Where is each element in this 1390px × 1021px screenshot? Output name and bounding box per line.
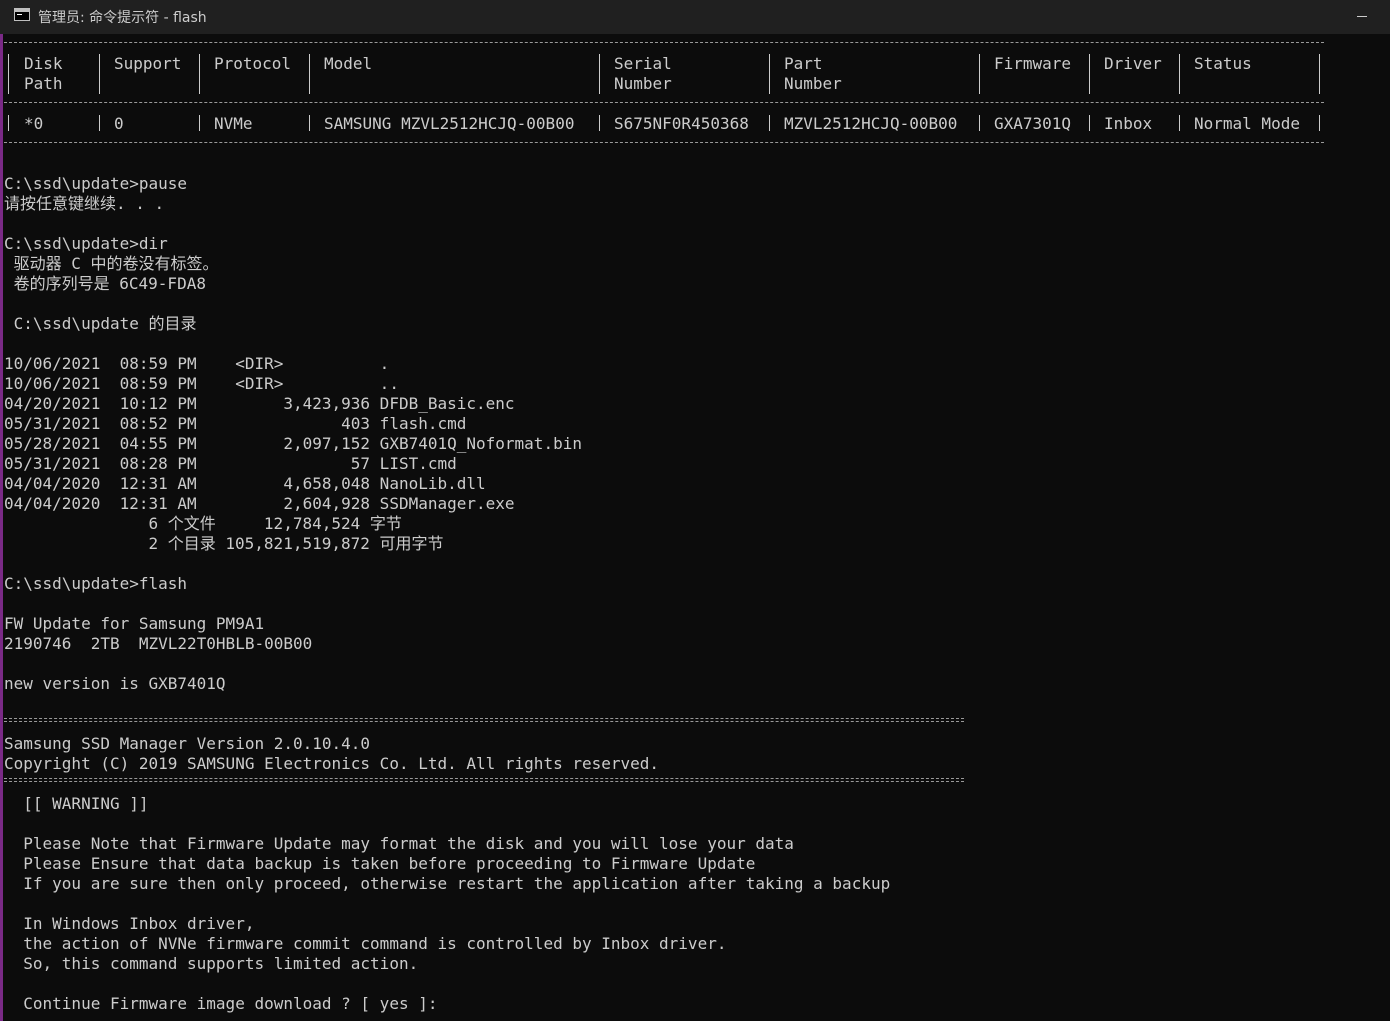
- header-line: Support: [114, 54, 182, 73]
- header-line: Path: [24, 74, 63, 93]
- warning-line: Please Ensure that data backup is taken …: [4, 854, 756, 873]
- continue-prompt[interactable]: Continue Firmware image download ? [ yes…: [4, 994, 447, 1014]
- header-line: Model: [324, 54, 373, 73]
- table-separator: [199, 54, 200, 94]
- window-title: 管理员: 命令提示符 - flash: [38, 10, 207, 26]
- header-line: Firmware: [994, 54, 1072, 73]
- header-support: Support: [114, 54, 181, 94]
- table-rule-top: [4, 42, 1324, 45]
- fw-model-info: 2190746 2TB MZVL22T0HBLB-00B00: [4, 634, 313, 653]
- cell-model: SAMSUNG MZVL2512HCJQ-00B00: [324, 114, 575, 133]
- command-line: C:\ssd\update>pause: [4, 174, 188, 193]
- table-separator: [1319, 115, 1320, 131]
- table-separator: [599, 54, 600, 94]
- table-separator: [769, 115, 770, 131]
- header-line: Number: [614, 74, 672, 93]
- table-separator: [599, 115, 600, 131]
- table-separator: [979, 54, 980, 94]
- header-firmware: Firmware: [994, 54, 1071, 94]
- command-line: C:\ssd\update>flash: [4, 574, 188, 593]
- file-entry: 05/31/2021 08:28 PM 57 LIST.cmd: [4, 454, 457, 473]
- volume-serial: 卷的序列号是 6C49-FDA8: [4, 274, 206, 293]
- table-separator: [99, 54, 100, 94]
- header-serial-number: Serial Number: [614, 54, 672, 94]
- warning-title: [[ WARNING ]]: [4, 794, 149, 813]
- warning-line: Please Note that Firmware Update may for…: [4, 834, 794, 853]
- cell-protocol: NVMe: [214, 114, 253, 133]
- minimize-icon[interactable]: [1346, 0, 1386, 34]
- file-summary: 6 个文件 12,784,524 字节: [4, 514, 402, 533]
- file-entry: 05/31/2021 08:52 PM 403 flash.cmd: [4, 414, 467, 433]
- command-line: C:\ssd\update>dir: [4, 234, 168, 253]
- cell-disk-path: *0: [24, 114, 44, 133]
- banner-rule-top: [4, 718, 964, 722]
- directory-of: C:\ssd\update 的目录: [4, 314, 197, 333]
- file-entry: 04/04/2020 12:31 AM 4,658,048 NanoLib.dl…: [4, 474, 486, 493]
- table-separator: [309, 115, 310, 131]
- banner-rule-bottom: [4, 778, 964, 782]
- table-separator: [769, 54, 770, 94]
- copyright: Copyright (C) 2019 SAMSUNG Electronics C…: [4, 754, 660, 773]
- header-line: Status: [1194, 54, 1252, 73]
- header-status: Status: [1194, 54, 1252, 94]
- header-model: Model: [324, 54, 372, 94]
- table-separator: [1179, 54, 1180, 94]
- cell-driver: Inbox: [1104, 114, 1153, 133]
- table-separator: [1089, 115, 1090, 131]
- header-line: Protocol: [214, 54, 292, 73]
- window-accent-edge: [0, 34, 3, 1021]
- header-line: Driver: [1104, 54, 1162, 73]
- file-entry: 04/20/2021 10:12 PM 3,423,936 DFDB_Basic…: [4, 394, 515, 413]
- table-separator: [1319, 54, 1320, 94]
- dir-summary: 2 个目录 105,821,519,872 可用字节: [4, 534, 444, 553]
- file-entry: 10/06/2021 08:59 PM <DIR> ..: [4, 374, 399, 393]
- volume-label: 驱动器 C 中的卷没有标签。: [4, 254, 219, 273]
- header-protocol: Protocol: [214, 54, 291, 94]
- inbox-note: In Windows Inbox driver,: [4, 914, 255, 933]
- cell-firmware: GXA7301Q: [994, 114, 1072, 133]
- table-rule-mid: [4, 102, 1324, 105]
- cell-part-number: MZVL2512HCJQ-00B00: [784, 114, 958, 133]
- manager-version: Samsung SSD Manager Version 2.0.10.4.0: [4, 734, 371, 753]
- file-entry: 05/28/2021 04:55 PM 2,097,152 GXB7401Q_N…: [4, 434, 582, 453]
- file-entry: 10/06/2021 08:59 PM <DIR> .: [4, 354, 390, 373]
- cell-support: 0: [114, 114, 124, 133]
- header-disk-path: Disk Path: [24, 54, 63, 94]
- cell-serial-number: S675NF0R450368: [614, 114, 749, 133]
- header-driver: Driver: [1104, 54, 1162, 94]
- header-line: Part: [784, 54, 823, 73]
- table-separator: [979, 115, 980, 131]
- cell-status: Normal Mode: [1194, 114, 1300, 133]
- file-entry: 04/04/2020 12:31 AM 2,604,928 SSDManager…: [4, 494, 515, 513]
- new-version: new version is GXB7401Q: [4, 674, 226, 693]
- header-part-number: Part Number: [784, 54, 842, 94]
- table-separator: [309, 54, 310, 94]
- inbox-note: the action of NVNe firmware commit comma…: [4, 934, 727, 953]
- table-rule-bottom: [4, 142, 1324, 145]
- table-separator: [8, 54, 9, 94]
- header-line: Disk: [24, 54, 63, 73]
- title-bar[interactable]: 管理员: 命令提示符 - flash: [0, 0, 1390, 34]
- header-line: Number: [784, 74, 842, 93]
- table-separator: [8, 115, 9, 131]
- warning-line: If you are sure then only proceed, other…: [4, 874, 891, 893]
- table-separator: [99, 115, 100, 131]
- inbox-note: So, this command supports limited action…: [4, 954, 419, 973]
- fw-update-title: FW Update for Samsung PM9A1: [4, 614, 265, 633]
- console-icon: [14, 8, 30, 21]
- header-line: Serial: [614, 54, 672, 73]
- table-separator: [1179, 115, 1180, 131]
- console-output[interactable]: Disk Path Support Protocol Model Serial …: [4, 34, 1390, 1021]
- table-separator: [199, 115, 200, 131]
- table-separator: [1089, 54, 1090, 94]
- pause-message: 请按任意键继续. . .: [4, 194, 165, 213]
